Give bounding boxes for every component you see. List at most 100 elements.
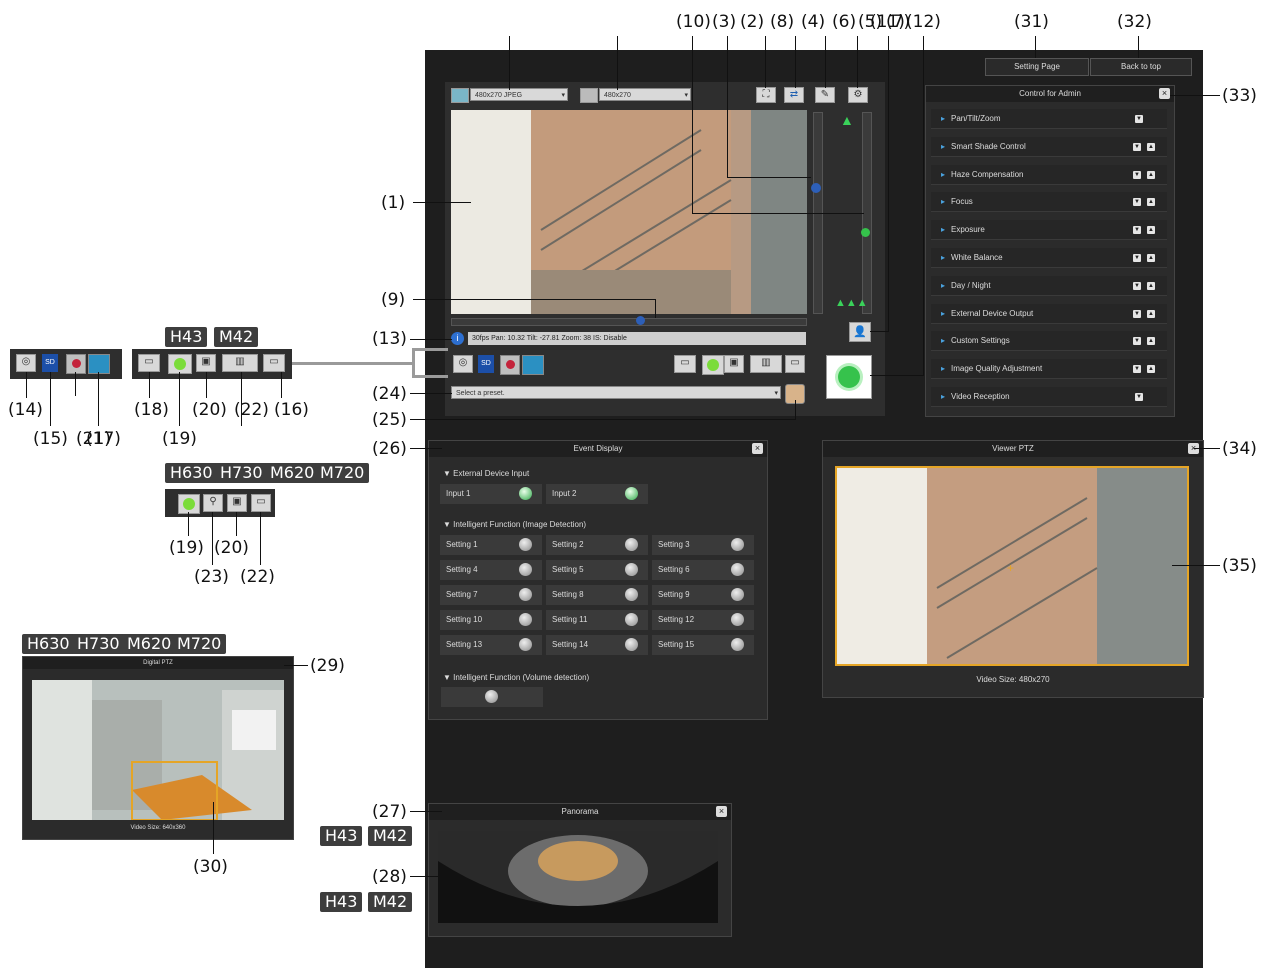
detection-setting-cell: Setting 14 <box>546 635 648 655</box>
layout-icon[interactable]: ▥ <box>750 355 782 373</box>
callout-34: (34) <box>1222 439 1257 459</box>
green-light-button[interactable] <box>168 354 192 374</box>
admin-item-label: Day / Night <box>951 280 991 290</box>
admin-item-haze-compensation[interactable]: ▸ Haze Compensation ▼ ▲ <box>931 164 1167 185</box>
callout-26: (26) <box>372 439 407 459</box>
chevron-down-icon[interactable]: ▼ <box>1133 226 1141 235</box>
callout-3: (3) <box>712 12 737 32</box>
detection-status-icon <box>731 588 744 601</box>
chevron-down-icon[interactable]: ▼ <box>1133 309 1141 318</box>
chevron-up-icon[interactable]: ▲ <box>1147 337 1155 346</box>
ptz-center-button[interactable] <box>826 355 872 399</box>
panel-toggle-icon[interactable]: ▭ <box>251 494 271 512</box>
sd-icon[interactable]: SD <box>478 355 494 373</box>
focus-far-icon[interactable]: ▲ <box>840 112 854 128</box>
chevron-up-icon[interactable]: ▲ <box>1147 309 1155 318</box>
size-icon <box>580 88 598 103</box>
admin-item-custom-settings[interactable]: ▸ Custom Settings ▼ ▲ <box>931 331 1167 352</box>
setting-page-button[interactable]: Setting Page <box>985 58 1089 76</box>
size-select-label: 480x270 <box>604 92 631 99</box>
chevron-up-icon[interactable]: ▲ <box>1147 254 1155 262</box>
panorama-image[interactable] <box>438 831 718 923</box>
brightness-slider-track[interactable] <box>451 318 807 326</box>
chevron-down-icon[interactable]: ▼ <box>1133 142 1141 151</box>
gear-icon[interactable]: ⚙ <box>848 87 868 103</box>
chevron-down-icon[interactable]: ▼ <box>1135 115 1143 123</box>
viewer-ptz-image[interactable]: + <box>835 466 1189 666</box>
model-tag-h630: H630 <box>165 463 218 483</box>
chevron-down-icon[interactable]: ▼ <box>1133 198 1141 207</box>
image-icon[interactable]: ▣ <box>196 354 216 372</box>
admin-item-smart-shade-control[interactable]: ▸ Smart Shade Control ▼ ▲ <box>931 136 1167 157</box>
admin-item-white-balance[interactable]: ▸ White Balance ▼ ▲ <box>931 248 1167 268</box>
callout-2: (2) <box>740 12 765 32</box>
brightness-slider-handle[interactable] <box>636 316 645 325</box>
chevron-down-icon[interactable]: ▼ <box>1133 254 1141 262</box>
admin-item-focus[interactable]: ▸ Focus ▼ ▲ <box>931 192 1167 213</box>
digital-ptz-icon[interactable]: ⚲ <box>203 494 223 512</box>
detection-setting-cell: Setting 8 <box>546 585 648 605</box>
intelligent-heading-label: Intelligent Function (Image Detection) <box>453 520 587 529</box>
admin-item-pan-tilt-zoom[interactable]: ▸ Pan/Tilt/Zoom ▼ <box>931 109 1167 129</box>
size-select[interactable]: 480x270 ▾ <box>599 88 691 101</box>
fullscreen-icon[interactable]: ⛶ <box>756 87 776 103</box>
admin-item-image-quality-adjustment[interactable]: ▸ Image Quality Adjustment ▼ ▲ <box>931 359 1167 380</box>
panorama-title: Panorama <box>429 804 731 820</box>
admin-item-external-device-output[interactable]: ▸ External Device Output ▼ ▲ <box>931 303 1167 324</box>
stairwell-photo <box>451 110 807 314</box>
chevron-down-icon[interactable]: ▼ <box>1133 337 1141 346</box>
callout-12: (12) <box>906 12 941 32</box>
audio-icon[interactable] <box>522 355 544 375</box>
chevron-down-icon[interactable]: ▼ <box>1133 281 1141 290</box>
detection-setting-label: Setting 2 <box>552 540 584 549</box>
chevron-up-icon[interactable]: ▲ <box>1147 281 1155 290</box>
admin-item-label: Image Quality Adjustment <box>951 364 1043 374</box>
chevron-up-icon[interactable]: ▲ <box>1147 198 1155 207</box>
green-light-button[interactable] <box>702 355 724 375</box>
preset-select[interactable]: Select a preset. ▾ <box>451 386 781 399</box>
back-to-top-button[interactable]: Back to top <box>1090 58 1192 76</box>
stream-select[interactable]: 480x270 JPEG ▾ <box>470 88 568 101</box>
multiscreen-icon[interactable]: ▭ <box>674 355 696 373</box>
layout-icon[interactable]: ▥ <box>222 354 258 372</box>
callout-b23: (23) <box>194 567 229 587</box>
snapshot-icon[interactable]: ◎ <box>16 354 36 372</box>
image-icon[interactable]: ▣ <box>724 355 744 373</box>
chevron-down-icon[interactable]: ▼ <box>1135 393 1143 401</box>
refresh-icon[interactable]: ⇄ <box>784 87 804 103</box>
record-icon[interactable] <box>500 355 520 375</box>
close-icon[interactable]: × <box>1159 88 1170 99</box>
expand-arrow-icon: ▸ <box>941 114 946 123</box>
record-icon[interactable] <box>66 354 86 374</box>
sd-icon[interactable]: SD <box>42 354 58 372</box>
chevron-down-icon[interactable]: ▼ <box>1133 365 1141 374</box>
detection-setting-label: Setting 6 <box>658 565 690 574</box>
chevron-up-icon[interactable]: ▲ <box>1147 170 1155 179</box>
chevron-up-icon[interactable]: ▲ <box>1147 142 1155 151</box>
pen-icon[interactable]: ✎ <box>815 87 835 103</box>
panel-toggle-icon[interactable]: ▭ <box>785 355 805 373</box>
chevron-up-icon[interactable]: ▲ <box>1147 226 1155 235</box>
focus-slider-handle[interactable] <box>861 228 870 237</box>
multiscreen-icon[interactable]: ▭ <box>138 354 160 372</box>
admin-item-video-reception[interactable]: ▸ Video Reception ▼ <box>931 387 1167 407</box>
auto-focus-button[interactable]: 👤 <box>849 322 871 342</box>
image-icon[interactable]: ▣ <box>227 494 247 512</box>
admin-item-exposure[interactable]: ▸ Exposure ▼ ▲ <box>931 220 1167 241</box>
snapshot-icon[interactable]: ◎ <box>453 355 473 373</box>
green-light-button[interactable] <box>178 494 200 514</box>
chevron-up-icon[interactable]: ▲ <box>1147 365 1155 374</box>
admin-item-day-night[interactable]: ▸ Day / Night ▼ ▲ <box>931 275 1167 296</box>
main-video-image[interactable] <box>451 110 807 314</box>
callout-b19: (19) <box>169 538 204 558</box>
close-icon[interactable]: × <box>716 806 727 817</box>
audio-icon[interactable] <box>88 354 110 374</box>
detection-setting-cell: Setting 2 <box>546 535 648 555</box>
focus-near-icon[interactable]: ▲▲▲ <box>835 296 868 310</box>
chevron-down-icon[interactable]: ▼ <box>1133 170 1141 179</box>
zoom-slider-handle[interactable] <box>811 183 821 193</box>
admin-item-label: Exposure <box>951 225 985 235</box>
digital-ptz-image[interactable] <box>32 680 284 820</box>
close-icon[interactable]: × <box>752 443 763 454</box>
panel-toggle-icon[interactable]: ▭ <box>263 354 285 372</box>
